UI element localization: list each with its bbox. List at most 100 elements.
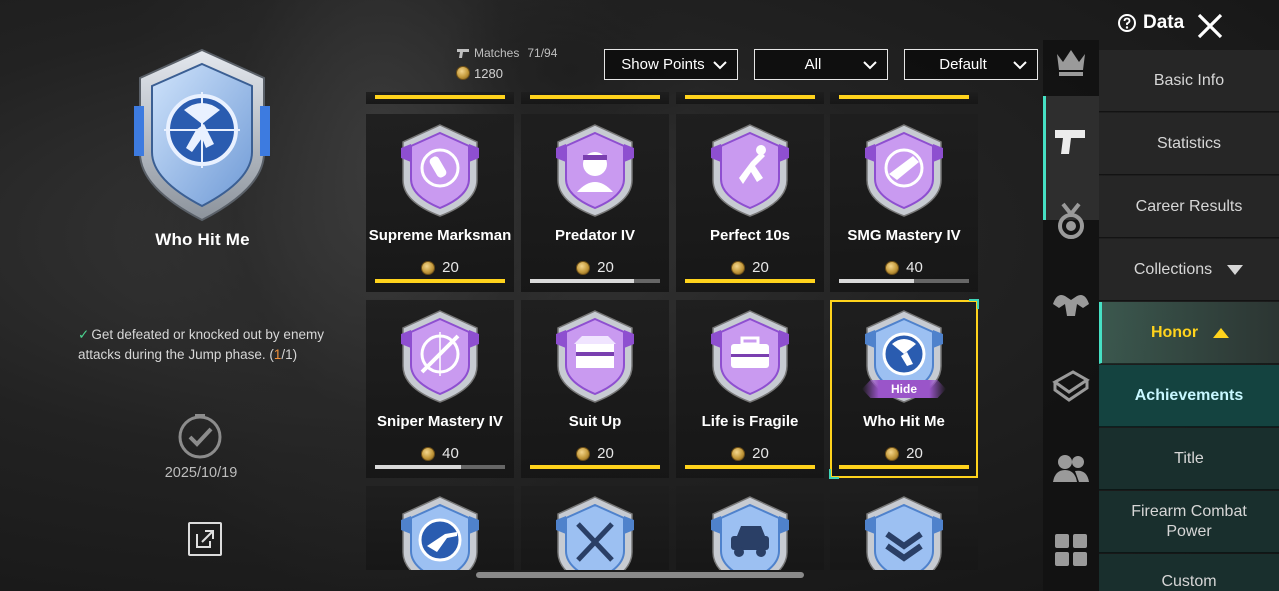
data-help-button[interactable]: Data — [1117, 12, 1184, 34]
card-points-value: 20 — [752, 445, 769, 462]
achievement-card-partial[interactable] — [521, 92, 669, 104]
grid-apps-icon[interactable] — [1049, 528, 1093, 572]
menu-basic-info[interactable]: Basic Info — [1099, 50, 1279, 112]
card-progress-bar — [530, 465, 660, 469]
achievement-card[interactable]: Suit Up 20 — [521, 300, 669, 478]
card-name: Suit Up — [568, 413, 622, 430]
card-name: Predator IV — [554, 227, 636, 244]
achievement-card-partial[interactable] — [521, 486, 669, 570]
coin-icon — [885, 446, 900, 461]
horizontal-scrollbar[interactable] — [476, 572, 804, 578]
chevron-down-icon — [713, 61, 727, 70]
muscle-icon[interactable] — [1049, 282, 1093, 326]
achievement-card[interactable]: Perfect 10s 20 — [676, 114, 824, 292]
card-points: 40 — [366, 445, 514, 462]
check-icon: ✓ — [78, 327, 90, 342]
crossed-rifles-icon — [556, 496, 634, 570]
crown-icon[interactable] — [1049, 40, 1093, 84]
caret-down-icon — [1227, 264, 1244, 275]
menu-title[interactable]: Title — [1099, 428, 1279, 490]
card-points: 20 — [366, 259, 514, 276]
vehicle-card-icon[interactable] — [1049, 364, 1093, 408]
menu-statistics[interactable]: Statistics — [1099, 113, 1279, 175]
card-points: 20 — [521, 445, 669, 462]
medal-icon[interactable] — [1049, 200, 1093, 244]
achievement-description: ✓ Get defeated or knocked out by enemy at… — [78, 325, 333, 365]
supply-crate-icon — [556, 310, 634, 403]
side-menu: Basic Info Statistics Career Results Col… — [1099, 50, 1279, 591]
card-name: SMG Mastery IV — [847, 227, 961, 244]
menu-custom[interactable]: Custom — [1099, 554, 1279, 591]
card-points-value: 20 — [906, 445, 923, 462]
achievement-card-partial[interactable] — [676, 486, 824, 570]
menu-firearm-line2: Power — [1166, 522, 1212, 540]
menu-career-results[interactable]: Career Results — [1099, 176, 1279, 238]
matches-label: Matches — [474, 46, 520, 60]
coin-icon — [421, 446, 436, 461]
friends-icon[interactable] — [1049, 446, 1093, 490]
show-points-dropdown[interactable]: Show Points — [604, 49, 738, 80]
menu-honor-label: Honor — [1150, 323, 1199, 341]
achievement-card-partial[interactable] — [830, 92, 978, 104]
pistol-icon[interactable] — [1049, 118, 1093, 162]
achievement-card-partial[interactable] — [366, 92, 514, 104]
card-points-value: 40 — [442, 445, 459, 462]
card-points: 20 — [830, 445, 978, 462]
card-points: 20 — [676, 445, 824, 462]
menu-collections-label: Collections — [1133, 260, 1213, 278]
achievement-card[interactable]: Supreme Marksman 20 — [366, 114, 514, 292]
menu-firearm-combat-power[interactable]: Firearm Combat Power — [1099, 491, 1279, 553]
soldier-aiming-icon — [401, 496, 479, 570]
share-button[interactable] — [188, 522, 222, 556]
achievement-card-selected[interactable]: Hide Who Hit Me 20 — [829, 299, 979, 479]
achievement-card-partial[interactable] — [676, 92, 824, 104]
achievement-grid: Supreme Marksman 20 Predator IV 20 Perfe… — [366, 92, 979, 570]
data-label: Data — [1143, 12, 1185, 33]
card-name: Who Hit Me — [863, 413, 945, 430]
achievement-card[interactable]: Sniper Mastery IV 40 — [366, 300, 514, 478]
card-points-value: 20 — [752, 259, 769, 276]
card-name: Sniper Mastery IV — [377, 413, 503, 430]
card-progress-bar — [530, 279, 660, 283]
points-total: 1280 — [474, 65, 503, 81]
coin-icon — [731, 446, 746, 461]
card-name: Life is Fragile — [701, 413, 799, 430]
menu-achievements[interactable]: Achievements — [1099, 365, 1279, 427]
category-dropdown[interactable]: All — [754, 49, 888, 80]
smg-crosshair-icon — [865, 124, 943, 217]
card-progress-bar — [839, 279, 969, 283]
caret-up-icon — [1213, 327, 1230, 338]
matches-info: Matches 71/94 1280 — [456, 44, 557, 82]
achievement-card[interactable]: Life is Fragile 20 — [676, 300, 824, 478]
achievement-detail-panel: Who Hit Me ✓ Get defeated or knocked out … — [70, 40, 335, 580]
card-progress-bar — [685, 279, 815, 283]
achievement-card[interactable]: SMG Mastery IV 40 — [830, 114, 978, 292]
coin-icon — [885, 260, 900, 275]
card-points-value: 20 — [597, 445, 614, 462]
rank-chevron-icon — [865, 496, 943, 570]
parachute-diver-icon — [711, 124, 789, 217]
menu-honor[interactable]: Honor — [1099, 302, 1279, 364]
achievement-card-partial[interactable] — [366, 486, 514, 570]
coin-icon — [731, 260, 746, 275]
soldier-head-icon — [556, 124, 634, 217]
card-progress-bar — [375, 279, 505, 283]
card-points-value: 20 — [597, 259, 614, 276]
card-name: Perfect 10s — [709, 227, 791, 244]
selection-corner — [829, 469, 839, 479]
achievement-card-partial[interactable] — [830, 486, 978, 570]
chevron-down-icon — [1013, 61, 1027, 70]
card-points-value: 40 — [906, 259, 923, 276]
menu-collections[interactable]: Collections — [1099, 239, 1279, 301]
hide-button[interactable]: Hide — [862, 380, 946, 398]
share-icon — [196, 530, 214, 548]
card-points: 40 — [830, 259, 978, 276]
coin-icon — [576, 446, 591, 461]
sort-dropdown[interactable]: Default — [904, 49, 1038, 80]
close-icon[interactable] — [1196, 12, 1224, 40]
selected-achievement-title: Who Hit Me — [155, 230, 250, 249]
achievement-card[interactable]: Predator IV 20 — [521, 114, 669, 292]
card-points: 20 — [676, 259, 824, 276]
sniper-crosshair-icon — [401, 310, 479, 403]
completion-date: 2025/10/19 — [164, 465, 238, 481]
